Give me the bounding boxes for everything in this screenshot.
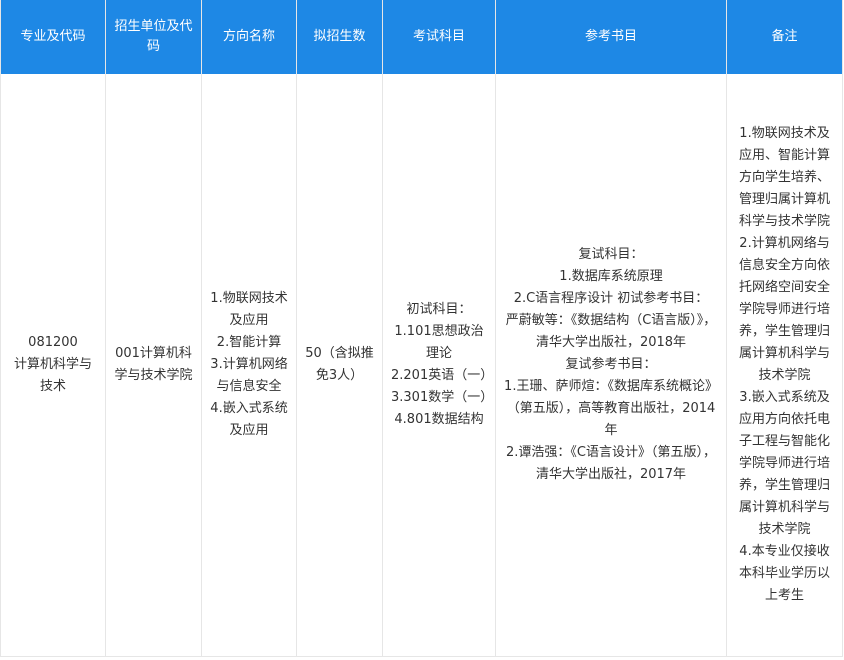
books-line: 复试科目： — [578, 247, 644, 262]
direction-item: 1.物联网技术及应用 — [210, 291, 288, 328]
exam-item: 4.801数据结构 — [394, 412, 484, 427]
header-books: 参考书目 — [495, 0, 727, 74]
header-direction: 方向名称 — [201, 0, 297, 74]
table-row: 081200 计算机科学与技术 001计算机科学与技术学院 1.物联网技术及应用… — [0, 74, 843, 657]
exam-item: 3.301数学（一） — [391, 390, 494, 405]
header-notes: 备注 — [726, 0, 843, 74]
unit-cell: 001计算机科学与技术学院 — [105, 74, 202, 657]
books-line: 2.C语言程序设计 初试参考书目： — [513, 291, 709, 306]
admissions-table: 专业及代码 招生单位及代码 方向名称 拟招生数 考试科目 参考书目 备注 081… — [0, 0, 843, 660]
header-major: 专业及代码 — [0, 0, 106, 74]
exam-cell: 初试科目： 1.101思想政治理论 2.201英语（一） 3.301数学（一） … — [382, 74, 496, 657]
major-name: 计算机科学与技术 — [13, 357, 92, 394]
books-line: 严蔚敏等：《数据结构（C语言版）》，清华大学出版社，2018年 — [505, 313, 717, 350]
header-unit: 招生单位及代码 — [105, 0, 202, 74]
direction-item: 3.计算机网络与信息安全 — [210, 357, 288, 394]
direction-item: 2.智能计算 — [216, 335, 282, 350]
books-line: 1.王珊、萨师煊：《数据库系统概论》（第五版），高等教育出版社，2014年 — [504, 379, 718, 438]
major-code: 081200 — [28, 335, 78, 350]
note-item: 4.本专业仅接收本科毕业学历以上考生 — [738, 544, 830, 603]
books-line: 1.数据库系统原理 — [559, 269, 663, 284]
notes-cell: 1.物联网技术及应用、智能计算方向学生培养、管理归属计算机科学与技术学院 2.计… — [726, 74, 843, 657]
books-line: 复试参考书目： — [565, 357, 657, 372]
note-item: 3.嵌入式系统及应用方向依托电子工程与智能化学院导师进行培养，学生管理归属计算机… — [738, 390, 830, 537]
major-cell: 081200 计算机科学与技术 — [0, 74, 106, 657]
table-header: 专业及代码 招生单位及代码 方向名称 拟招生数 考试科目 参考书目 备注 — [0, 0, 843, 74]
note-item: 2.计算机网络与信息安全方向依托网络空间安全学院导师进行培养，学生管理归属计算机… — [738, 236, 830, 383]
direction-item: 4.嵌入式系统及应用 — [210, 401, 288, 438]
exam-heading: 初试科目： — [406, 302, 472, 317]
exam-item: 2.201英语（一） — [391, 368, 494, 383]
header-quota: 拟招生数 — [296, 0, 383, 74]
books-line: 2.谭浩强：《C语言设计》（第五版），清华大学出版社，2017年 — [506, 445, 716, 482]
header-exam: 考试科目 — [382, 0, 496, 74]
directions-cell: 1.物联网技术及应用 2.智能计算 3.计算机网络与信息安全 4.嵌入式系统及应… — [201, 74, 297, 657]
quota-cell: 50（含拟推免3人） — [296, 74, 383, 657]
exam-item: 1.101思想政治理论 — [394, 324, 484, 361]
books-cell: 复试科目： 1.数据库系统原理 2.C语言程序设计 初试参考书目： 严蔚敏等：《… — [495, 74, 727, 657]
note-item: 1.物联网技术及应用、智能计算方向学生培养、管理归属计算机科学与技术学院 — [738, 126, 830, 229]
